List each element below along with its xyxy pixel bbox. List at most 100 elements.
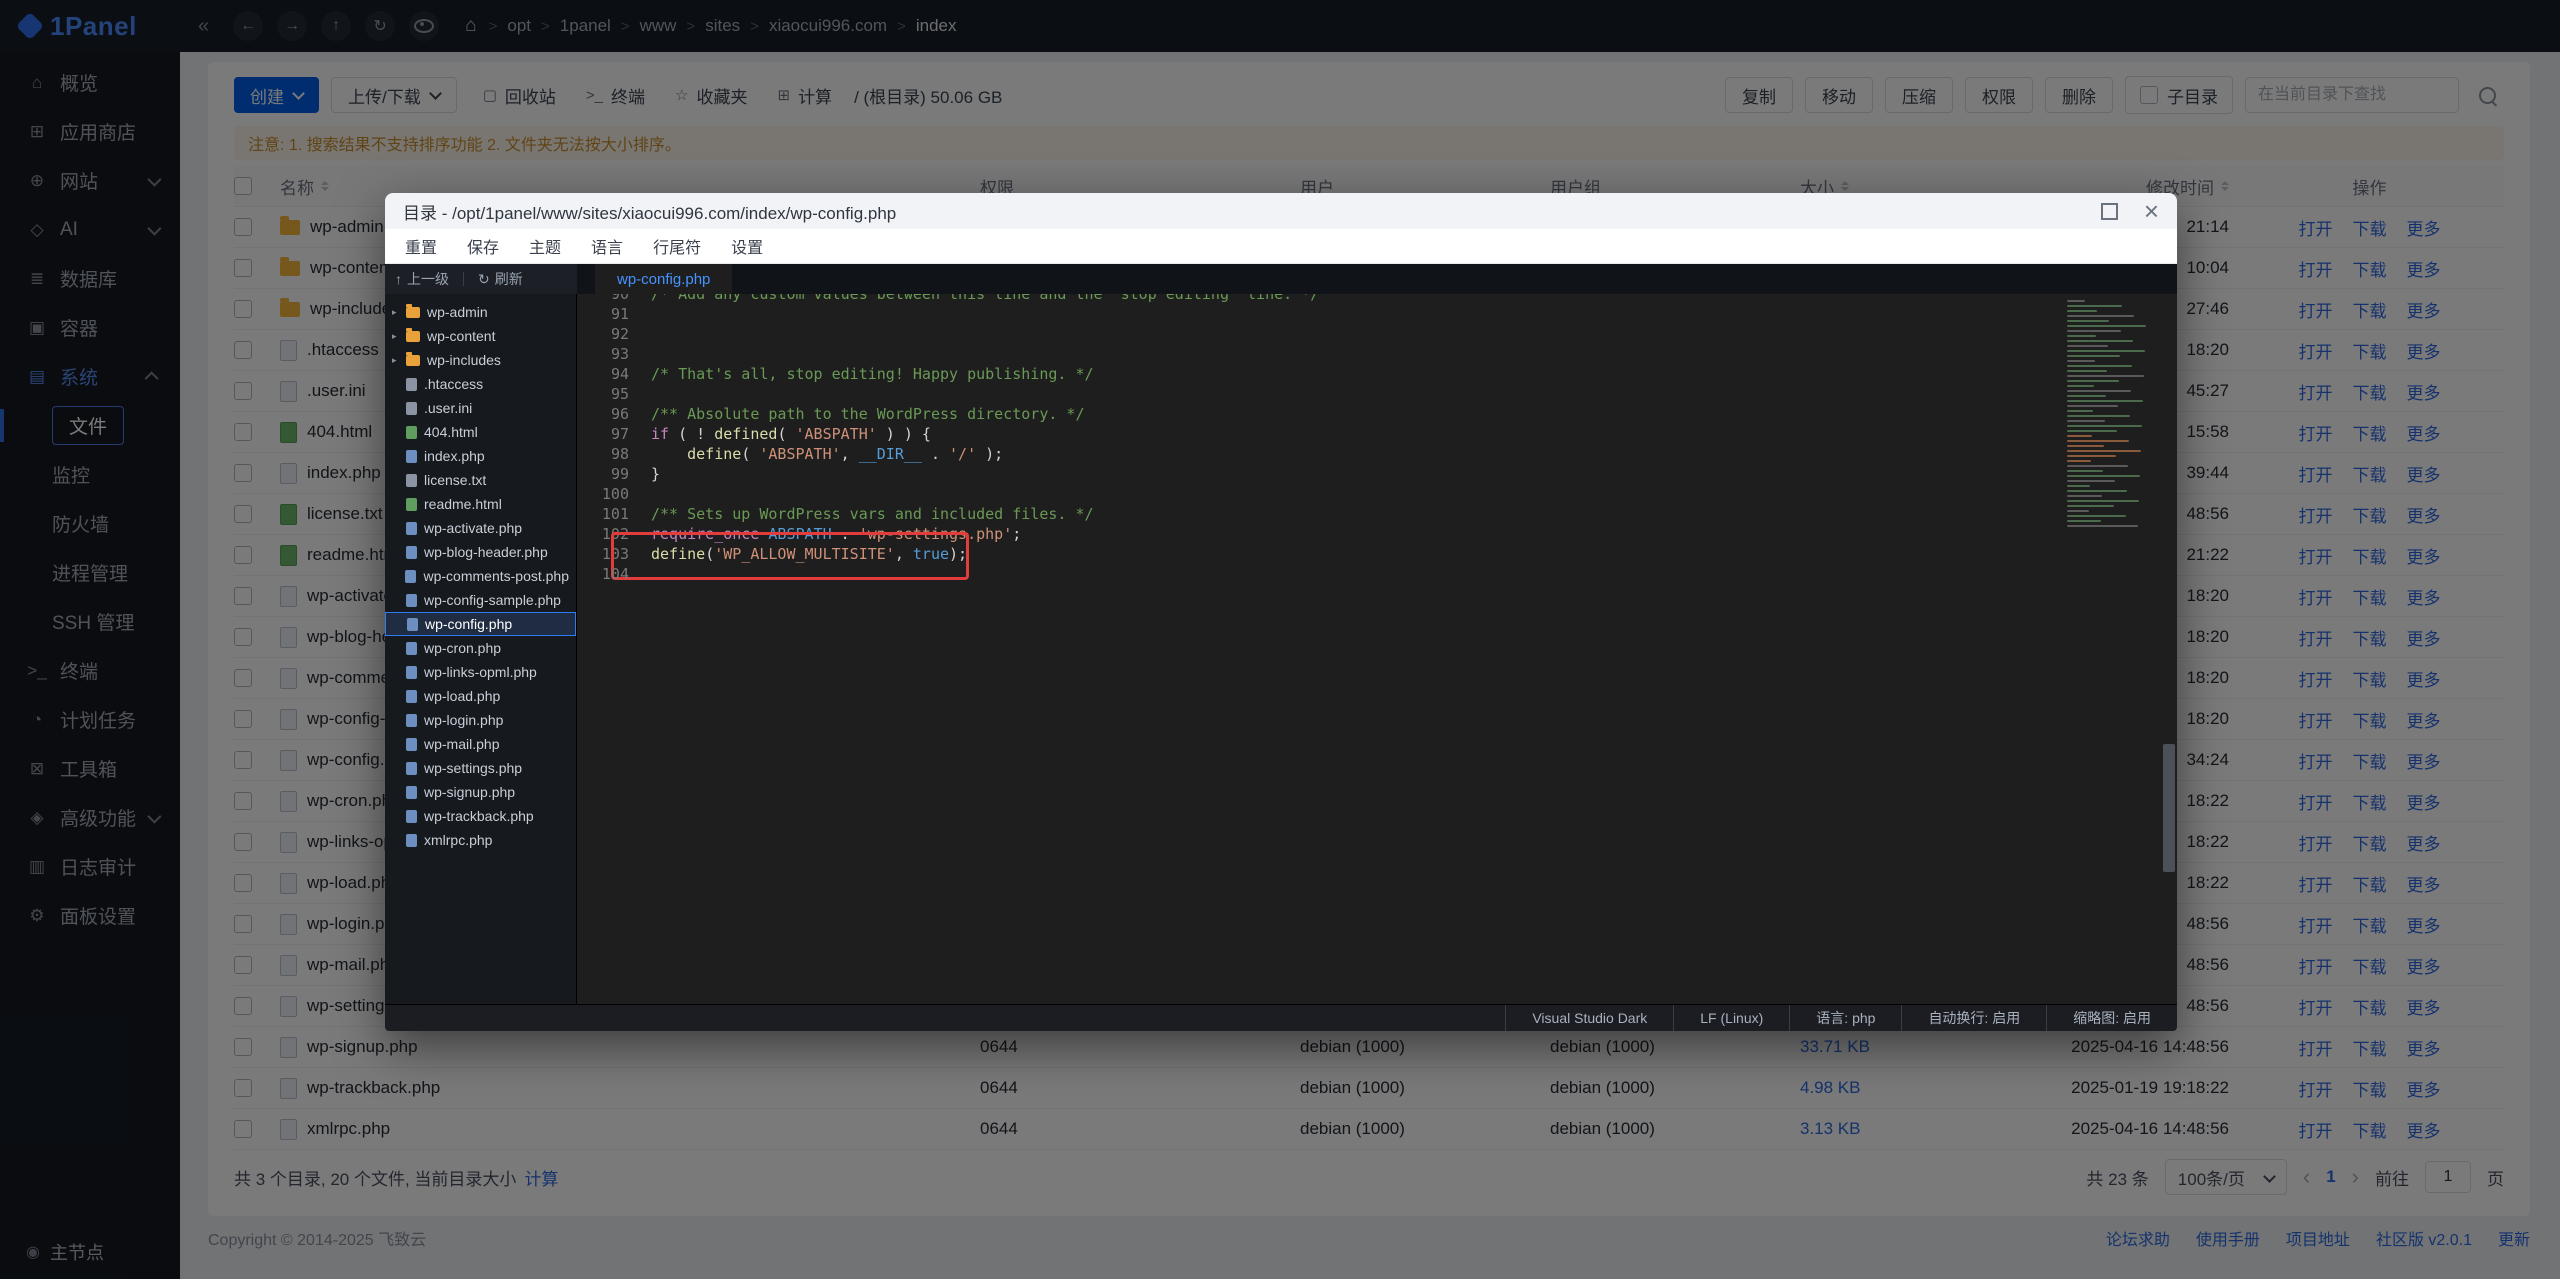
expand-arrow-icon[interactable]: ▸ [392,355,401,366]
tree-item[interactable]: wp-links-opml.php [385,660,576,684]
settings-menu-item[interactable]: 设置 [731,234,763,258]
tree-item-name: .htaccess [424,376,483,392]
file-tree: ▸wp-admin▸wp-content▸wp-includes.htacces… [385,294,577,1004]
tree-item[interactable]: wp-signup.php [385,780,576,804]
theme-menu-item[interactable]: 主题 [529,234,561,258]
tree-item-name: wp-admin [427,304,488,320]
language-status[interactable]: 语言: php [1789,1005,1901,1031]
line-number: 104 [577,564,651,584]
tree-item[interactable]: wp-trackback.php [385,804,576,828]
file-icon [406,474,417,487]
tree-item[interactable]: xmlrpc.php [385,828,576,852]
file-icon [406,450,417,463]
tree-item[interactable]: wp-config-sample.php [385,588,576,612]
close-icon[interactable]: × [2144,198,2159,224]
code-line: 91 [577,304,2177,324]
minimap-status[interactable]: 缩略图: 启用 [2046,1005,2177,1031]
code-line: 93 [577,344,2177,364]
code-text: /* Add any custom values between this li… [651,294,1319,304]
file-icon [406,690,417,703]
code-line: 97if ( ! defined( 'ABSPATH' ) ) { [577,424,2177,444]
code-line: 103define('WP_ALLOW_MULTISITE', true); [577,544,2177,564]
line-number: 92 [577,324,651,344]
tree-item[interactable]: wp-activate.php [385,516,576,540]
code-text: define( 'ABSPATH', __DIR__ . '/' ); [651,444,1003,464]
tree-item-name: index.php [424,448,485,464]
code-line: 101/** Sets up WordPress vars and includ… [577,504,2177,524]
tree-item[interactable]: wp-config.php [385,612,576,636]
editor-scrollbar[interactable] [2163,744,2175,872]
code-text: define('WP_ALLOW_MULTISITE', true); [651,544,967,564]
tree-item[interactable]: .htaccess [385,372,576,396]
tree-item[interactable]: wp-cron.php [385,636,576,660]
editor-modal: 目录 - /opt/1panel/www/sites/xiaocui996.co… [385,193,2177,1031]
line-ending-status[interactable]: LF (Linux) [1673,1005,1789,1031]
expand-arrow-icon[interactable]: ▸ [392,307,401,318]
up-arrow-icon: ↑ [395,271,402,287]
refresh-icon: ↻ [478,271,490,288]
tree-item[interactable]: readme.html [385,492,576,516]
line-number: 95 [577,384,651,404]
tree-item-name: xmlrpc.php [424,832,492,848]
editor-strip: ↑上一级 ↻刷新 wp-config.php [385,264,2177,294]
code-editor[interactable]: 90/* Add any custom values between this … [577,294,2177,1004]
line-number: 90 [577,294,651,304]
editor-statusbar: Visual Studio DarkLF (Linux)语言: php自动换行:… [385,1004,2177,1031]
code-line: 95 [577,384,2177,404]
tree-item[interactable]: .user.ini [385,396,576,420]
language-menu-item[interactable]: 语言 [591,234,623,258]
tree-item[interactable]: ▸ wp-admin [385,300,576,324]
save-menu-item[interactable]: 保存 [467,234,499,258]
file-icon [406,786,417,799]
minimap[interactable] [2063,296,2159,531]
editor-tab[interactable]: wp-config.php [595,264,732,294]
tree-item-name: wp-load.php [424,688,500,704]
tree-item[interactable]: ▸ wp-includes [385,348,576,372]
expand-arrow-icon[interactable]: ▸ [392,331,401,342]
tree-item[interactable]: wp-comments-post.php [385,564,576,588]
tree-item[interactable]: index.php [385,444,576,468]
editor-body: ▸wp-admin▸wp-content▸wp-includes.htacces… [385,294,2177,1004]
file-icon [407,618,418,631]
tree-item[interactable]: wp-blog-header.php [385,540,576,564]
refresh-tree-button[interactable]: ↻刷新 [478,269,523,289]
file-icon [406,546,417,559]
tree-item-name: wp-settings.php [424,760,522,776]
tree-item-name: wp-includes [427,352,501,368]
code-line: 99} [577,464,2177,484]
tree-item-name: license.txt [424,472,486,488]
code-line: 104 [577,564,2177,584]
file-icon [406,762,417,775]
modal-title: 目录 - /opt/1panel/www/sites/xiaocui996.co… [403,199,896,224]
tree-item[interactable]: 404.html [385,420,576,444]
file-icon [406,594,417,607]
tree-item[interactable]: wp-settings.php [385,756,576,780]
file-icon [406,378,417,391]
reset-menu-item[interactable]: 重置 [405,234,437,258]
line-number: 98 [577,444,651,464]
tree-item-name: wp-trackback.php [424,808,534,824]
modal-title-bar: 目录 - /opt/1panel/www/sites/xiaocui996.co… [385,193,2177,229]
tree-item[interactable]: license.txt [385,468,576,492]
code-line: 98 define( 'ABSPATH', __DIR__ . '/' ); [577,444,2177,464]
tree-item[interactable]: wp-load.php [385,684,576,708]
theme-status[interactable]: Visual Studio Dark [1505,1005,1673,1031]
line-number: 101 [577,504,651,524]
tree-item-name: wp-login.php [424,712,503,728]
tree-item[interactable]: ▸wp-content [385,324,576,348]
tree-item[interactable]: wp-login.php [385,708,576,732]
code-line: 102require_once ABSPATH . 'wp-settings.p… [577,524,2177,544]
line-number: 97 [577,424,651,444]
tree-item-name: wp-links-opml.php [424,664,537,680]
word-wrap-status[interactable]: 自动换行: 启用 [1901,1005,2046,1031]
file-icon [406,426,417,439]
maximize-icon[interactable] [2101,203,2118,220]
code-text: if ( ! defined( 'ABSPATH' ) ) { [651,424,931,444]
up-level-button[interactable]: ↑上一级 [395,269,449,289]
folder-icon [406,331,420,342]
line-ending-menu-item[interactable]: 行尾符 [653,234,701,258]
tree-item[interactable]: wp-mail.php [385,732,576,756]
line-number: 99 [577,464,651,484]
tree-item-name: wp-config-sample.php [424,592,561,608]
code-line: 100 [577,484,2177,504]
